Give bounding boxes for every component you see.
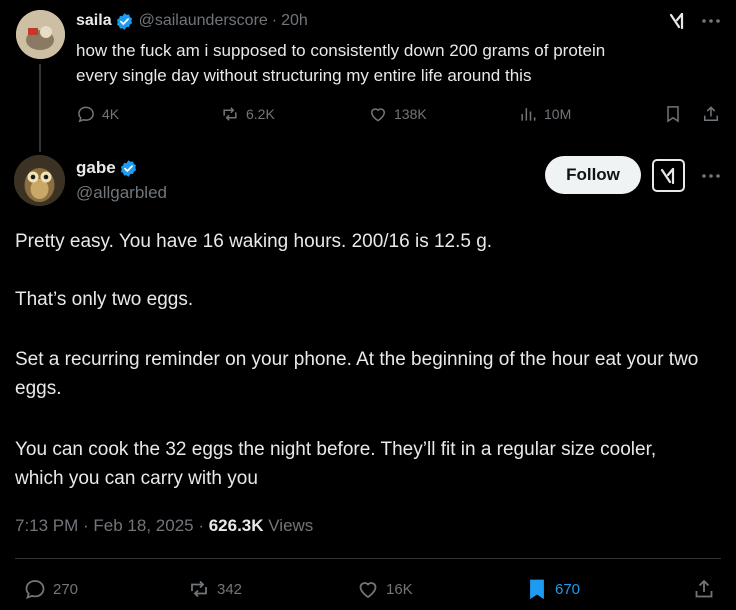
parent-text-line-1: how the fuck am i supposed to consistent…	[76, 41, 606, 60]
repost-icon	[223, 107, 237, 121]
main-header: gabe	[76, 157, 138, 179]
parent-more-icon[interactable]	[699, 10, 723, 32]
parent-text: how the fuck am i supposed to consistent…	[76, 38, 726, 88]
follow-button-label: Follow	[566, 165, 620, 184]
parent-reply-button[interactable]: 4K	[76, 104, 119, 124]
grok-explain-button[interactable]	[652, 159, 685, 192]
divider	[15, 558, 721, 559]
main-paragraph-1: Pretty easy. You have 16 waking hours. 2…	[15, 231, 493, 252]
views-icon	[521, 108, 536, 121]
like-icon	[370, 108, 386, 122]
parent-like-count: 138K	[394, 106, 427, 122]
main-reply-button[interactable]: 270	[23, 577, 78, 601]
verified-badge-icon	[116, 12, 132, 30]
main-avatar[interactable]	[14, 155, 65, 206]
verified-badge-icon	[120, 159, 136, 177]
thread-connector-line	[39, 64, 41, 152]
grok-icon[interactable]	[667, 10, 689, 32]
main-repost-button[interactable]: 342	[187, 577, 242, 601]
main-view-count: 626.3K	[208, 516, 264, 535]
parent-views-button[interactable]: 10M	[518, 104, 571, 124]
parent-repost-count: 6.2K	[246, 106, 275, 122]
main-paragraph-2: That’s only two eggs.	[15, 289, 194, 310]
main-views-label: Views	[263, 516, 314, 535]
parent-avatar[interactable]	[16, 10, 65, 59]
parent-like-button[interactable]: 138K	[368, 104, 427, 124]
parent-bookmark-button[interactable]	[663, 104, 683, 124]
main-repost-count: 342	[217, 580, 243, 598]
main-bookmark-count: 670	[555, 580, 581, 598]
main-like-button[interactable]: 16K	[356, 577, 413, 601]
parent-views-count: 10M	[544, 106, 572, 122]
reply-icon	[25, 580, 45, 599]
parent-header: saila @sailaunderscore · 20h	[76, 10, 308, 32]
main-timestamp-row: 7:13 PM · Feb 18, 2025 · 626.3K Views	[15, 516, 313, 536]
grok-icon	[660, 167, 674, 184]
parent-repost-button[interactable]: 6.2K	[220, 104, 275, 124]
main-reply-count: 270	[53, 580, 79, 598]
main-display-name[interactable]: gabe	[76, 158, 116, 178]
parent-reply-count: 4K	[102, 106, 120, 122]
main-share-button[interactable]	[692, 577, 716, 601]
main-paragraph-3: Set a recurring reminder on your phone. …	[15, 349, 699, 399]
main-handle[interactable]: @allgarbled	[76, 183, 167, 203]
parent-text-line-2: every single day without structuring my …	[76, 66, 532, 85]
parent-handle[interactable]: @sailaunderscore	[139, 12, 268, 30]
parent-time[interactable]: 20h	[281, 12, 308, 30]
follow-button[interactable]: Follow	[545, 156, 641, 194]
main-like-count: 16K	[386, 580, 413, 598]
parent-share-button[interactable]	[701, 104, 721, 124]
reply-icon	[78, 106, 94, 123]
main-more-icon[interactable]	[699, 165, 723, 187]
like-icon	[359, 582, 377, 599]
repost-icon	[191, 580, 207, 598]
share-icon	[704, 106, 718, 121]
main-timestamp[interactable]: 7:13 PM · Feb 18, 2025 ·	[15, 516, 209, 535]
main-bookmark-button[interactable]: 670	[525, 577, 580, 601]
dot-separator: ·	[271, 12, 278, 29]
parent-display-name[interactable]: saila	[76, 12, 112, 30]
bookmark-icon	[530, 579, 544, 600]
share-icon	[695, 579, 713, 598]
main-paragraph-4: You can cook the 32 eggs the night befor…	[15, 439, 657, 489]
bookmark-icon	[667, 106, 679, 123]
